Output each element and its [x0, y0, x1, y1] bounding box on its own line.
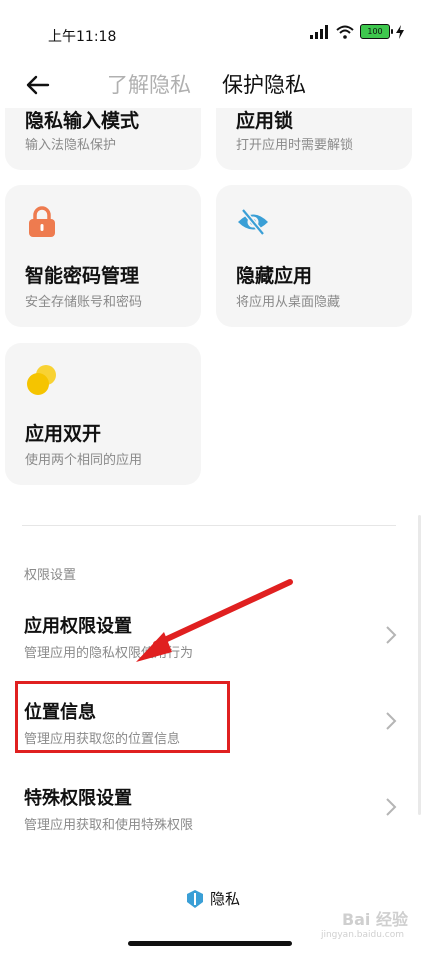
status-bar: 上午11:18 100: [0, 0, 426, 64]
card-subtitle: 打开应用时需要解锁: [236, 138, 354, 153]
signal-icon: [310, 24, 328, 39]
section-title-permissions: 权限设置: [24, 568, 77, 583]
card-subtitle: 使用两个相同的应用: [25, 453, 143, 468]
status-icons: 100: [310, 24, 404, 39]
card-subtitle: 输入法隐私保护: [25, 138, 117, 153]
back-arrow-icon[interactable]: [22, 70, 52, 100]
footer-label: 隐私: [209, 890, 240, 908]
battery-icon: 100: [360, 24, 393, 39]
charging-icon: [396, 24, 404, 39]
row-title: 应用权限设置: [24, 616, 132, 637]
row-app-permissions[interactable]: 应用权限设置 管理应用的隐私权限使用行为: [0, 602, 426, 682]
card-subtitle: 将应用从桌面隐藏: [236, 295, 341, 310]
home-indicator[interactable]: [128, 941, 292, 946]
watermark-url: jingyan.baidu.com: [320, 930, 404, 940]
card-title: 隐私输入模式: [25, 110, 140, 132]
row-special-permissions[interactable]: 特殊权限设置 管理应用获取和使用特殊权限: [0, 774, 426, 854]
card-hide-apps[interactable]: 隐藏应用 将应用从桌面隐藏: [216, 185, 412, 327]
tab-learn-privacy[interactable]: 了解隐私: [107, 70, 191, 100]
chevron-right-icon: [386, 798, 397, 816]
card-dual-apps[interactable]: 应用双开 使用两个相同的应用: [5, 343, 201, 485]
row-subtitle: 管理应用的隐私权限使用行为: [24, 646, 194, 661]
card-subtitle: 安全存储账号和密码: [25, 295, 143, 310]
dual-app-icon: [27, 365, 56, 395]
status-time: 上午11:18: [48, 29, 117, 45]
divider: [22, 525, 396, 526]
card-password-manager[interactable]: 智能密码管理 安全存储账号和密码: [5, 185, 201, 327]
header: 了解隐私 保护隐私: [0, 64, 426, 108]
chevron-right-icon: [386, 626, 397, 644]
card-title: 应用双开: [25, 423, 102, 445]
card-title: 应用锁: [236, 110, 294, 132]
lock-icon: [29, 206, 55, 237]
row-subtitle: 管理应用获取和使用特殊权限: [24, 818, 194, 833]
annotation-highlight-box: [15, 681, 230, 753]
card-private-input[interactable]: 隐私输入模式 输入法隐私保护: [5, 108, 201, 170]
row-title: 特殊权限设置: [24, 788, 132, 809]
watermark: Bai 经验: [341, 910, 408, 929]
card-title: 智能密码管理: [25, 265, 140, 287]
eye-off-icon: [238, 208, 268, 236]
card-title: 隐藏应用: [236, 265, 313, 287]
card-app-lock[interactable]: 应用锁 打开应用时需要解锁: [216, 108, 412, 170]
wifi-icon: [336, 25, 354, 39]
tab-protect-privacy[interactable]: 保护隐私: [222, 70, 306, 100]
shield-icon: [186, 889, 203, 908]
chevron-right-icon: [386, 712, 397, 730]
